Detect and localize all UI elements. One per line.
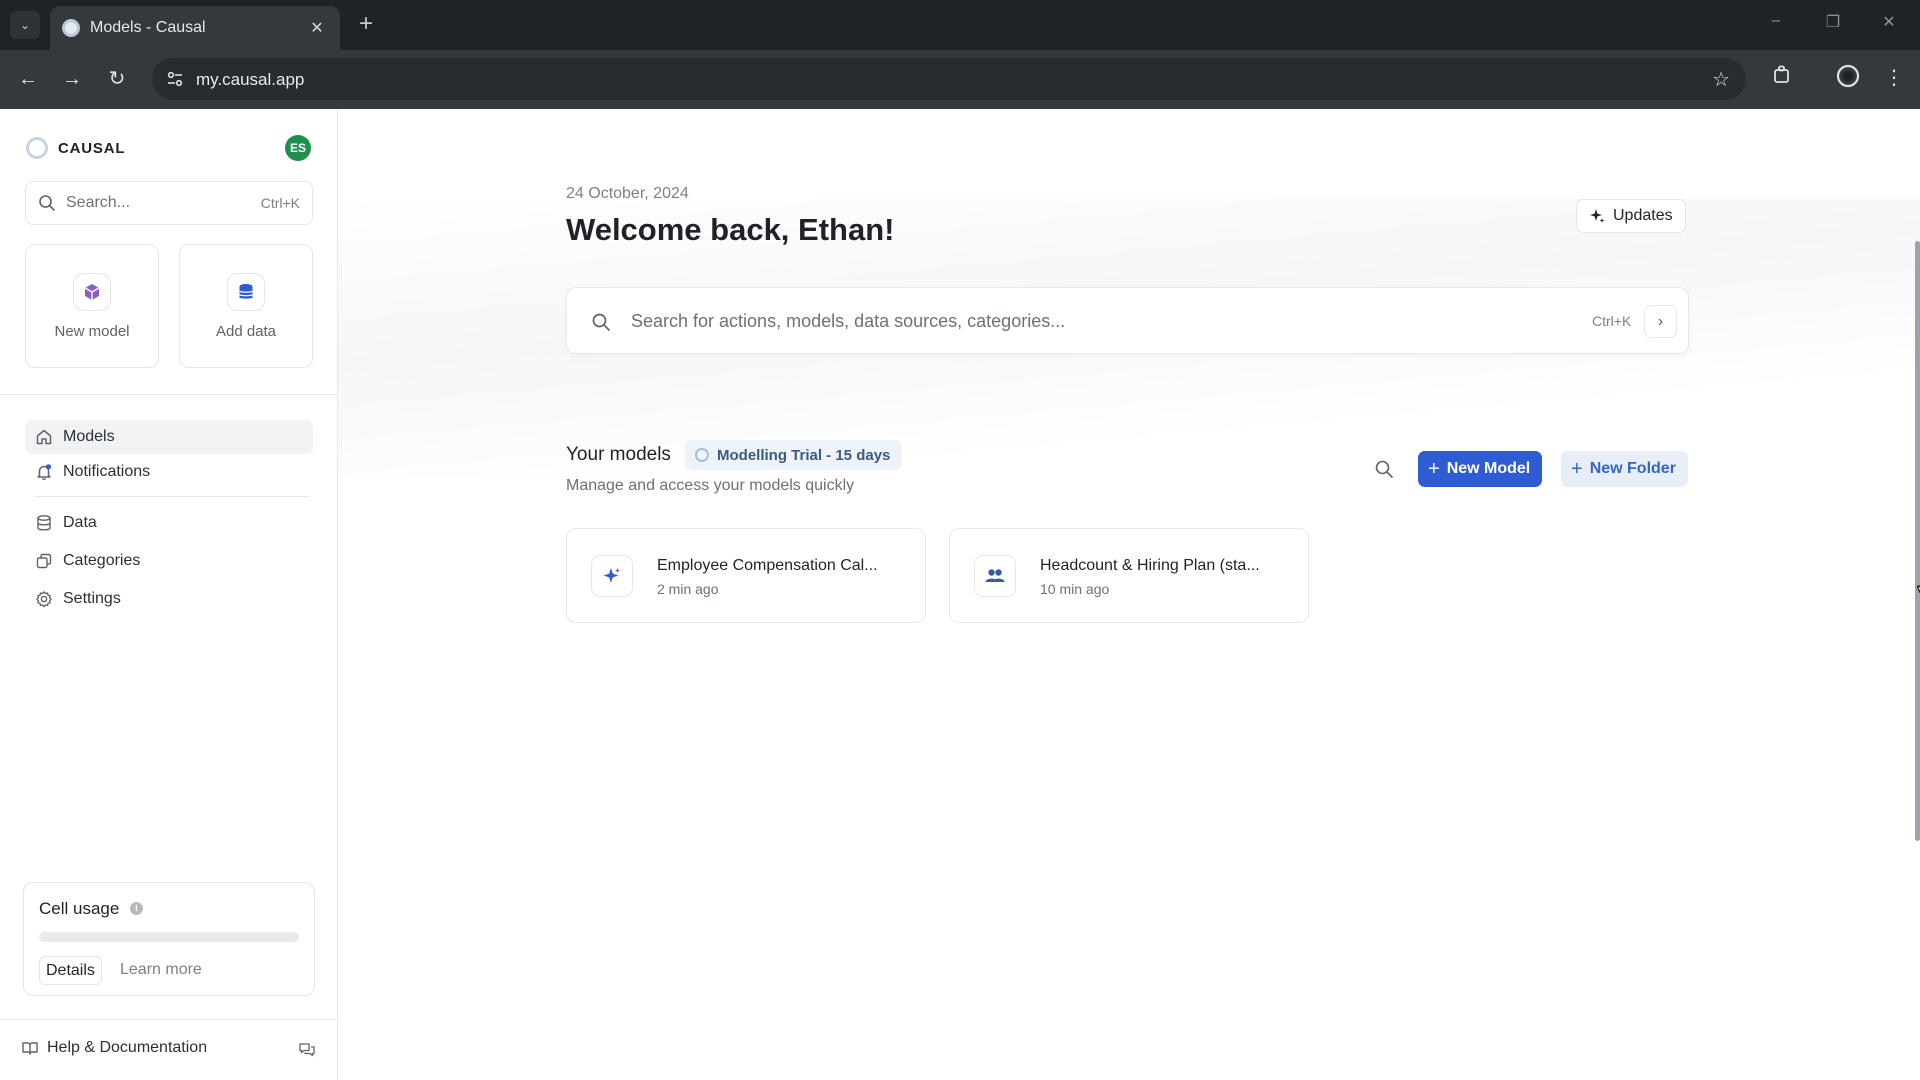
database-icon	[238, 284, 254, 299]
chat-bubbles-icon[interactable]	[298, 1041, 316, 1059]
causal-favicon-icon	[62, 19, 80, 37]
sidebar-item-notifications[interactable]: Notifications	[25, 455, 313, 489]
sidebar-footer: Help & Documentation	[0, 1019, 337, 1080]
new-model-button[interactable]: + New Model	[1418, 451, 1543, 487]
updates-label: Updates	[1613, 207, 1673, 224]
sidebar-item-label: Settings	[63, 590, 121, 607]
book-icon	[22, 1042, 38, 1055]
new-model-quick-action[interactable]: New model	[25, 244, 159, 368]
usage-details-button[interactable]: Details	[39, 956, 102, 985]
sidebar-divider	[0, 394, 337, 395]
stack-icon	[36, 553, 52, 569]
home-icon	[36, 429, 52, 445]
main-scrollbar[interactable]	[1915, 241, 1920, 841]
extensions-puzzle-icon[interactable]	[1768, 64, 1796, 92]
sidebar-search-placeholder: Search...	[66, 194, 131, 211]
model-card[interactable]: Headcount & Hiring Plan (sta... 10 min a…	[949, 528, 1309, 623]
sidebar-item-models[interactable]: Models	[25, 420, 313, 454]
model-name: Headcount & Hiring Plan (sta...	[1040, 557, 1260, 574]
trial-badge[interactable]: Modelling Trial - 15 days	[685, 440, 903, 470]
info-icon[interactable]: i	[130, 902, 143, 915]
search-icon	[39, 195, 55, 211]
back-arrow-icon[interactable]: ←	[14, 65, 42, 93]
plus-icon: +	[1571, 458, 1583, 480]
chevron-right-icon[interactable]: ›	[1644, 305, 1677, 338]
trial-badge-label: Modelling Trial - 15 days	[717, 446, 891, 464]
minimize-icon[interactable]: –	[1763, 12, 1789, 30]
tab-close-icon[interactable]: ✕	[306, 18, 328, 38]
current-date: 24 October, 2024	[566, 185, 689, 202]
model-card[interactable]: Employee Compensation Cal... 2 min ago	[566, 528, 926, 623]
usage-learn-more-link[interactable]: Learn more	[120, 961, 202, 979]
new-folder-button-label: New Folder	[1589, 460, 1676, 477]
tab-title: Models - Causal	[90, 19, 206, 36]
sparkle-icon	[1590, 209, 1605, 223]
sidebar-item-data[interactable]: Data	[25, 506, 313, 540]
cell-usage-title: Cell usage	[39, 899, 120, 918]
models-search-icon[interactable]	[1374, 459, 1394, 479]
forward-arrow-icon[interactable]: →	[58, 65, 86, 93]
window-close-icon[interactable]: ✕	[1876, 12, 1902, 32]
bell-icon	[37, 464, 52, 481]
sidebar-item-label: Data	[63, 514, 97, 531]
user-avatar[interactable]: ES	[285, 135, 311, 161]
reload-icon[interactable]: ↻	[103, 65, 131, 93]
sidebar-item-label: Categories	[63, 552, 141, 569]
your-models-heading: Your models	[566, 444, 671, 465]
new-folder-button[interactable]: + New Folder	[1561, 451, 1688, 487]
model-updated-time: 10 min ago	[1040, 581, 1110, 597]
trial-ring-icon	[695, 448, 709, 462]
sidebar-search-shortcut: Ctrl+K	[260, 195, 300, 211]
sidebar-item-categories[interactable]: Categories	[25, 544, 313, 578]
cube-icon	[84, 284, 100, 300]
model-name: Employee Compensation Cal...	[657, 557, 878, 574]
help-documentation-link[interactable]: Help & Documentation	[21, 1039, 207, 1057]
browser-menu-kebab-icon[interactable]: ⋮	[1880, 64, 1908, 92]
new-tab-plus-icon[interactable]: +	[352, 10, 380, 38]
browser-tab[interactable]: Models - Causal ✕	[50, 6, 340, 50]
your-models-subtitle: Manage and access your models quickly	[566, 477, 855, 494]
sidebar-search-input[interactable]: Search... Ctrl+K	[25, 181, 313, 225]
cell-usage-progress-bar	[39, 932, 299, 942]
url-text: my.causal.app	[196, 70, 305, 89]
profile-avatar-icon[interactable]	[1834, 64, 1862, 92]
sidebar-item-label: Notifications	[63, 463, 151, 480]
command-search-shortcut: Ctrl+K	[1592, 313, 1632, 329]
sidebar-item-settings[interactable]: Settings	[25, 582, 313, 616]
mouse-pointer-hand-icon	[1917, 585, 1920, 594]
welcome-heading: Welcome back, Ethan!	[566, 212, 895, 247]
new-model-button-label: New Model	[1446, 460, 1531, 477]
main-content: 24 October, 2024 Welcome back, Ethan! Up…	[338, 109, 1920, 1080]
browser-tab-bar: ⌄ Models - Causal ✕ + – ❐ ✕	[0, 0, 1920, 50]
updates-button[interactable]: Updates	[1576, 199, 1686, 233]
restore-icon[interactable]: ❐	[1820, 12, 1846, 32]
sparkle-icon	[603, 568, 620, 583]
search-icon	[592, 313, 610, 331]
plus-icon: +	[1428, 458, 1440, 480]
nav-separator	[35, 496, 309, 497]
gear-icon	[36, 591, 52, 608]
causal-logo-icon	[26, 137, 48, 159]
cell-usage-card: Cell usage i Details Learn more	[23, 882, 315, 996]
sidebar: CAUSAL ES Search... Ctrl+K New model Add…	[0, 109, 338, 1080]
new-model-label: New model	[54, 323, 130, 340]
people-icon	[985, 569, 1005, 582]
brand-logo[interactable]: CAUSAL	[26, 137, 125, 159]
site-info-icon[interactable]	[166, 70, 184, 88]
command-search-input[interactable]: Search for actions, models, data sources…	[566, 287, 1689, 354]
add-data-quick-action[interactable]: Add data	[179, 244, 313, 368]
database-icon	[37, 515, 51, 531]
browser-address-bar: ← → ↻ my.causal.app ☆ ⋮	[0, 50, 1920, 109]
command-search-placeholder: Search for actions, models, data sources…	[631, 311, 1066, 331]
bookmark-star-icon[interactable]: ☆	[1712, 67, 1730, 92]
tab-search-chevron-icon[interactable]: ⌄	[10, 11, 40, 39]
sidebar-item-label: Models	[63, 428, 115, 445]
model-updated-time: 2 min ago	[657, 581, 719, 597]
help-label: Help & Documentation	[47, 1039, 208, 1056]
brand-name: CAUSAL	[58, 139, 126, 157]
add-data-label: Add data	[215, 323, 277, 340]
url-omnibox[interactable]: my.causal.app ☆	[152, 58, 1746, 100]
